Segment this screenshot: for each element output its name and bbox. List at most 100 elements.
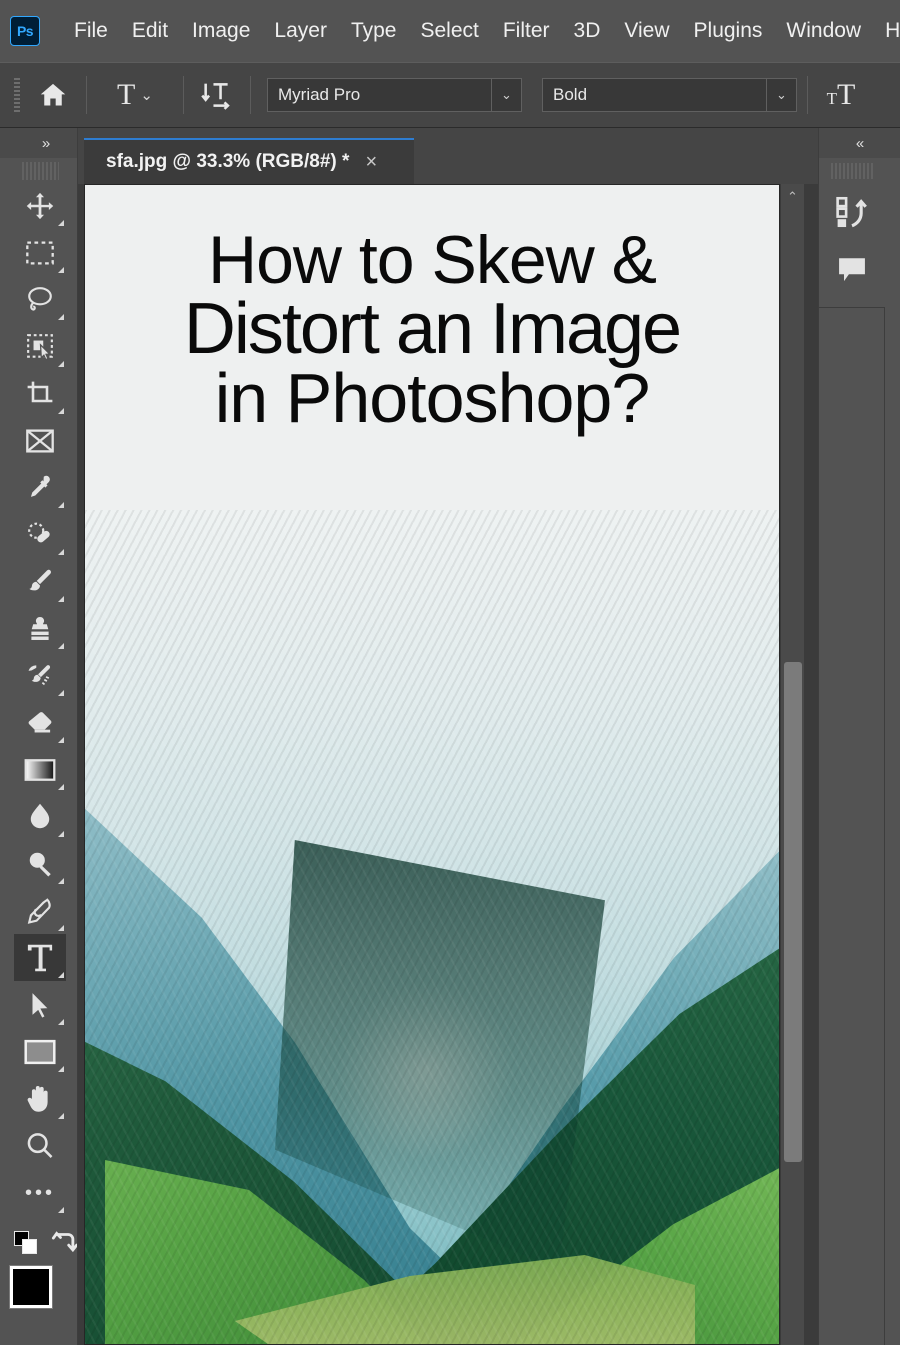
history-brush-tool[interactable] <box>14 652 66 699</box>
rectangular-marquee-tool[interactable] <box>14 229 66 276</box>
lasso-tool[interactable] <box>14 276 66 323</box>
flyout-indicator <box>58 1019 64 1025</box>
title-line-2: Distort an Image <box>183 288 682 369</box>
home-icon <box>40 83 66 106</box>
document-area: sfa.jpg @ 33.3% (RGB/8#) * × How to Skew… <box>78 128 818 1345</box>
right-panel-dock: « <box>818 128 900 1345</box>
menu-help[interactable]: He <box>873 15 900 47</box>
chevron-down-icon: ⌄ <box>140 87 153 104</box>
font-size-small-glyph: T <box>826 89 838 108</box>
canvas-vertical-scrollbar[interactable]: ⌃ <box>780 184 804 1345</box>
eraser-tool[interactable] <box>14 699 66 746</box>
font-size-icon: TT <box>827 80 856 110</box>
mountain-valley-photo <box>85 510 779 1344</box>
comments-panel-button[interactable] <box>819 241 885 299</box>
menu-type[interactable]: Type <box>339 15 409 47</box>
menu-filter[interactable]: Filter <box>491 15 562 47</box>
pen-tool[interactable] <box>14 887 66 934</box>
hand-tool[interactable] <box>14 1075 66 1122</box>
clone-stamp-tool[interactable] <box>14 605 66 652</box>
clone-stamp-icon <box>31 616 49 640</box>
font-family-select[interactable]: Myriad Pro ⌄ <box>267 78 522 112</box>
menu-view[interactable]: View <box>612 15 681 47</box>
object-selection-icon <box>27 333 53 360</box>
hand-icon <box>27 1085 48 1112</box>
flyout-indicator <box>58 314 64 320</box>
history-panel-button[interactable] <box>819 183 885 241</box>
pen-icon <box>27 897 51 924</box>
edit-toolbar-button[interactable]: ••• <box>14 1169 66 1216</box>
menu-image[interactable]: Image <box>180 15 262 47</box>
foreground-color-swatch[interactable] <box>9 1265 53 1309</box>
default-colors-button[interactable] <box>14 1231 37 1255</box>
document-tab[interactable]: sfa.jpg @ 33.3% (RGB/8#) * × <box>84 138 414 184</box>
spot-healing-brush-tool[interactable] <box>14 511 66 558</box>
font-style-value: Bold <box>553 85 588 104</box>
menu-select[interactable]: Select <box>408 15 490 47</box>
object-selection-tool[interactable] <box>14 323 66 370</box>
move-tool[interactable] <box>14 182 66 229</box>
path-selection-tool[interactable] <box>14 981 66 1028</box>
menu-3d[interactable]: 3D <box>562 15 613 47</box>
type-tool[interactable] <box>14 934 66 981</box>
flyout-indicator <box>58 831 64 837</box>
image-canvas[interactable]: How to Skew & Distort an Image in Photos… <box>84 184 780 1345</box>
rectangle-tool[interactable] <box>14 1028 66 1075</box>
dodge-tool[interactable] <box>14 840 66 887</box>
home-button[interactable] <box>30 73 76 117</box>
right-panel-collapse-button[interactable]: « <box>819 128 900 158</box>
options-separator-3 <box>250 76 251 114</box>
flyout-indicator <box>58 1066 64 1072</box>
photoshop-logo[interactable]: Ps <box>10 16 40 46</box>
close-icon[interactable]: × <box>365 152 377 172</box>
scrollbar-thumb[interactable] <box>784 662 802 1162</box>
photoshop-window: Ps File Edit Image Layer Type Select Fil… <box>0 0 900 1345</box>
menu-edit[interactable]: Edit <box>120 15 180 47</box>
blur-tool[interactable] <box>14 793 66 840</box>
font-size-button[interactable]: TT <box>818 73 864 117</box>
zoom-tool[interactable] <box>14 1122 66 1169</box>
brush-tool[interactable] <box>14 558 66 605</box>
font-family-chevron-down-icon[interactable]: ⌄ <box>491 79 521 111</box>
toggle-text-orientation-button[interactable] <box>194 73 240 117</box>
crop-icon <box>27 381 53 402</box>
tools-panel-expand-button[interactable]: » <box>0 128 77 158</box>
flyout-indicator <box>58 972 64 978</box>
canvas-text-layer[interactable]: How to Skew & Distort an Image in Photos… <box>85 185 779 433</box>
flyout-indicator <box>58 784 64 790</box>
eraser-icon <box>28 711 52 732</box>
frame-tool[interactable] <box>14 417 66 464</box>
menu-items: File Edit Image Layer Type Select Filter… <box>62 15 900 47</box>
eyedropper-tool[interactable] <box>14 464 66 511</box>
flyout-indicator <box>58 1207 64 1213</box>
font-style-select[interactable]: Bold ⌄ <box>542 78 797 112</box>
font-style-chevron-down-icon[interactable]: ⌄ <box>766 79 796 111</box>
spot-healing-brush-icon <box>28 522 50 542</box>
type-tool-icon: T <box>117 78 136 111</box>
right-panel-grip[interactable] <box>831 163 873 179</box>
menu-window[interactable]: Window <box>774 15 873 47</box>
scroll-up-arrow-icon[interactable]: ⌃ <box>781 184 804 210</box>
zoom-magnifier-icon <box>27 1132 53 1158</box>
right-panel-icon-dock <box>819 163 885 308</box>
menu-plugins[interactable]: Plugins <box>682 15 775 47</box>
eyedropper-icon <box>30 475 50 497</box>
options-separator-1 <box>86 76 87 114</box>
tools-panel-grip[interactable] <box>22 162 59 180</box>
rectangle-shape-icon <box>24 1039 56 1064</box>
options-separator-4 <box>807 76 808 114</box>
options-bar-grip[interactable] <box>14 78 20 112</box>
type-tool-icon <box>27 944 53 971</box>
flyout-indicator <box>58 361 64 367</box>
comments-panel-icon <box>839 258 865 282</box>
crop-tool[interactable] <box>14 370 66 417</box>
menu-bar: Ps File Edit Image Layer Type Select Fil… <box>0 0 900 62</box>
flyout-indicator <box>58 643 64 649</box>
dodge-icon <box>29 852 51 876</box>
gradient-tool[interactable] <box>14 746 66 793</box>
menu-file[interactable]: File <box>62 15 120 47</box>
flyout-indicator <box>58 1113 64 1119</box>
menu-layer[interactable]: Layer <box>262 15 339 47</box>
swap-colors-button[interactable] <box>51 1229 79 1258</box>
tool-preset-picker[interactable]: T ⌄ <box>97 73 173 117</box>
